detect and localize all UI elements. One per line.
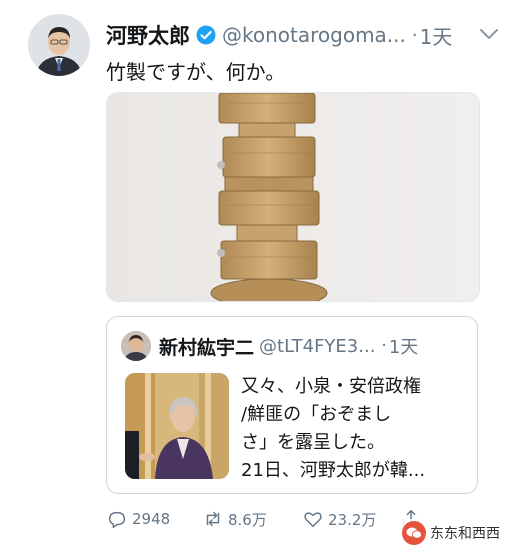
author-avatar[interactable] xyxy=(28,14,90,76)
bamboo-watch-image xyxy=(107,93,479,301)
heart-icon xyxy=(304,512,322,528)
watermark-text: 东东和西西 xyxy=(430,526,500,542)
quoted-thumbnail[interactable] xyxy=(125,373,229,479)
retweet-count: 8.6万 xyxy=(228,510,267,529)
quoted-text: 又々、小泉・安倍政権 /鮮匪の「おぞまし さ」を露呈した。 21日、河野太郎が韓… xyxy=(241,373,471,485)
quoted-author-name[interactable]: 新村紘宇二 xyxy=(159,333,254,360)
author-handle[interactable]: @konotarogoma... xyxy=(222,23,406,47)
quoted-author-photo xyxy=(121,331,151,361)
verified-badge-icon xyxy=(196,25,216,45)
quoted-time[interactable]: 1天 xyxy=(389,333,418,359)
quoted-text-line: 21日、河野太郎が韓... xyxy=(241,460,426,481)
tweet-header: 河野太郎 @konotarogoma... · 1天 xyxy=(106,20,452,50)
reply-icon xyxy=(108,511,126,528)
reply-count: 2948 xyxy=(132,510,171,528)
reply-button[interactable]: 2948 xyxy=(106,504,170,534)
tweet-text: 竹製ですが、何か。 xyxy=(106,60,286,84)
author-photo xyxy=(28,14,90,76)
like-count: 23.2万 xyxy=(328,510,377,529)
chevron-down-icon[interactable] xyxy=(478,26,500,42)
retweet-button[interactable]: 8.6万 xyxy=(202,504,267,534)
tweet-photo[interactable] xyxy=(106,92,480,302)
quoted-text-line: さ」を露呈した。 xyxy=(241,432,385,453)
author-name[interactable]: 河野太郎 xyxy=(106,20,190,50)
quoted-tweet-card[interactable]: 新村紘宇二 @tLT4FYE3... · 1天 又々、小泉・安倍政権 /鮮匪の「… xyxy=(106,316,478,494)
quoted-separator-dot: · xyxy=(381,336,387,356)
retweet-icon xyxy=(206,511,220,527)
separator-dot: · xyxy=(411,24,418,46)
quoted-text-line: 又々、小泉・安倍政権 xyxy=(241,376,421,397)
quoted-author-handle[interactable]: @tLT4FYE3... xyxy=(259,336,375,357)
quoted-thumbnail-image xyxy=(125,373,229,479)
like-button[interactable]: 23.2万 xyxy=(302,504,376,534)
quoted-author-avatar[interactable] xyxy=(121,331,151,361)
quoted-text-line: /鮮匪の「おぞまし xyxy=(241,404,392,425)
watermark: 东东和西西 xyxy=(398,519,504,547)
tweet-time[interactable]: 1天 xyxy=(420,21,453,50)
wechat-icon xyxy=(402,521,426,545)
quoted-header: 新村紘宇二 @tLT4FYE3... · 1天 xyxy=(159,331,418,361)
